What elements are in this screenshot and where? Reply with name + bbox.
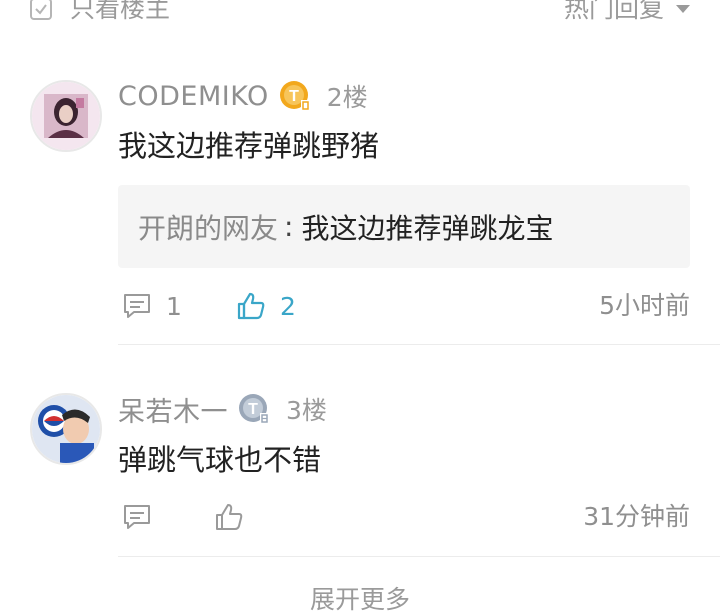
level-badge-icon: T xyxy=(238,393,270,425)
timestamp: 31分钟前 xyxy=(583,502,690,531)
username[interactable]: 呆若木一 xyxy=(118,390,228,429)
comment-actions: 31分钟前 xyxy=(118,497,690,537)
floor-number: 3楼 xyxy=(286,396,327,425)
svg-text:T: T xyxy=(248,401,258,418)
comment-text: 弹跳气球也不错 xyxy=(118,443,322,477)
reply-button[interactable] xyxy=(122,497,166,537)
comment-header: 呆若木一 T 3楼 xyxy=(118,390,327,429)
comment-icon xyxy=(124,505,150,529)
avatar-image xyxy=(32,395,100,463)
thumbs-up-icon xyxy=(216,504,243,530)
avatar[interactable] xyxy=(30,393,102,465)
load-more-button[interactable]: 展开更多 xyxy=(0,580,720,616)
like-button[interactable] xyxy=(214,497,258,537)
comment-item: 呆若木一 T 3楼 弹跳气球也不错 31分钟前 xyxy=(0,0,720,560)
divider xyxy=(118,556,720,557)
